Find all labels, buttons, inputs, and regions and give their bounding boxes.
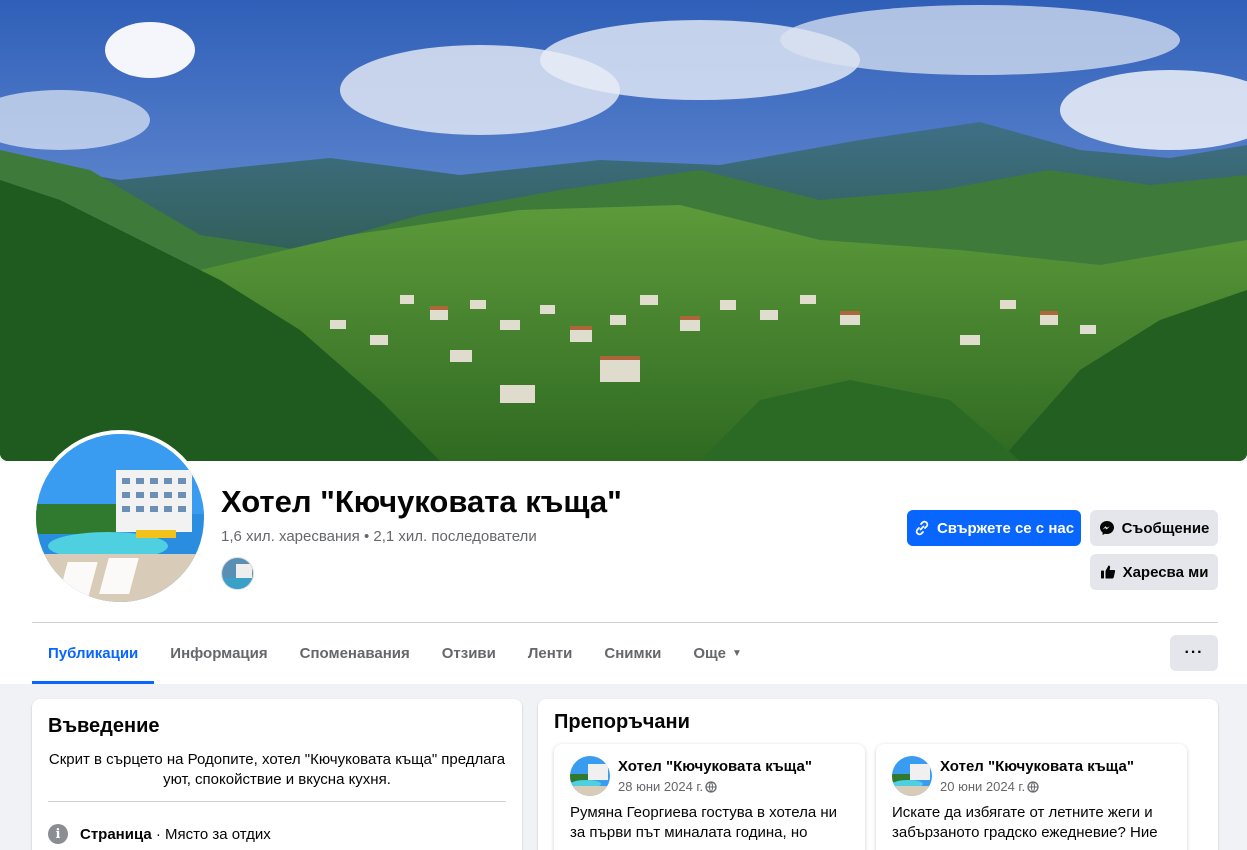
tab-mentions[interactable]: Споменавания	[284, 623, 426, 683]
category-text: Страница · Място за отдих	[80, 826, 271, 843]
tab-reviews[interactable]: Отзиви	[426, 623, 512, 683]
post-author[interactable]: Хотел "Кючуковата къща"	[940, 758, 1134, 775]
page-tabs: Публикации Информация Споменавания Отзив…	[32, 623, 758, 684]
like-label: Харесва ми	[1122, 563, 1209, 581]
post-date[interactable]: 28 юни 2024 г.	[618, 779, 717, 794]
follower-avatar[interactable]	[221, 557, 254, 590]
stats-separator: •	[363, 528, 370, 545]
cover-photo[interactable]	[0, 0, 1247, 461]
tab-reels[interactable]: Ленти	[512, 623, 589, 683]
message-button[interactable]: Съобщение	[1090, 510, 1218, 546]
intro-bio: Скрит в сърцето на Родопите, хотел "Кючу…	[48, 751, 506, 788]
category-value: · Място за отдих	[151, 825, 271, 843]
category-label: Страница	[80, 825, 152, 843]
messenger-icon	[1099, 521, 1114, 535]
post-date-text: 20 юни 2024 г.	[940, 779, 1026, 794]
thumbs-up-icon	[1100, 565, 1115, 579]
featured-title: Препоръчани	[554, 711, 690, 733]
page-title: Хотел "Кючуковата къща"	[221, 484, 622, 519]
post-author-avatar[interactable]	[570, 756, 610, 796]
info-icon: i	[48, 824, 68, 844]
tab-about[interactable]: Информация	[154, 623, 283, 683]
message-label: Съобщение	[1121, 519, 1210, 537]
post-author[interactable]: Хотел "Кючуковата къща"	[618, 758, 812, 775]
page-stats: 1,6 хил. харесвания • 2,1 хил. последова…	[221, 528, 537, 545]
tab-label: Ленти	[527, 644, 573, 662]
tab-label: Информация	[170, 644, 268, 662]
tab-label: Отзиви	[441, 644, 496, 662]
like-button[interactable]: Харесва ми	[1090, 554, 1218, 590]
followers-count[interactable]: 2,1 хил. последователи	[373, 528, 536, 545]
profile-picture[interactable]	[32, 430, 208, 606]
featured-post[interactable]: Хотел "Кючуковата къща" 20 юни 2024 г. И…	[876, 744, 1187, 850]
tab-label: Още	[693, 644, 726, 662]
contact-us-button[interactable]: Свържете се с нас	[907, 510, 1081, 546]
likes-count[interactable]: 1,6 хил. харесвания	[221, 528, 360, 545]
intro-divider	[48, 801, 506, 802]
featured-card: Препоръчани Хотел "Кючуковата къща" 28 ю…	[538, 699, 1218, 850]
featured-post[interactable]: Хотел "Кючуковата къща" 28 юни 2024 г. Р…	[554, 744, 865, 850]
contact-us-label: Свържете се с нас	[936, 519, 1075, 537]
page-category: i Страница · Място за отдих	[48, 824, 271, 844]
post-text: Румяна Георгиева гостува в хотела ни за …	[570, 804, 837, 841]
link-icon	[915, 520, 929, 536]
caret-down-icon: ▼	[732, 647, 742, 659]
tab-label: Споменавания	[299, 644, 410, 662]
intro-title: Въведение	[48, 715, 160, 737]
tab-posts[interactable]: Публикации	[32, 623, 155, 684]
more-options-button[interactable]: ···	[1170, 635, 1218, 671]
tab-more[interactable]: Още ▼	[677, 623, 758, 683]
post-text: Искате да избягате от летните жеги и заб…	[892, 804, 1158, 841]
post-date[interactable]: 20 юни 2024 г.	[940, 779, 1039, 794]
post-author-avatar[interactable]	[892, 756, 932, 796]
tab-label: Снимки	[604, 644, 662, 662]
tab-label: Публикации	[48, 644, 139, 662]
globe-icon	[1027, 780, 1039, 793]
tab-photos[interactable]: Снимки	[588, 623, 677, 683]
post-date-text: 28 юни 2024 г.	[618, 779, 704, 794]
globe-icon	[705, 780, 717, 793]
facebook-page: Хотел "Кючуковата къща" 1,6 хил. харесва…	[0, 0, 1247, 850]
intro-card: Въведение Скрит в сърцето на Родопите, х…	[32, 699, 522, 850]
